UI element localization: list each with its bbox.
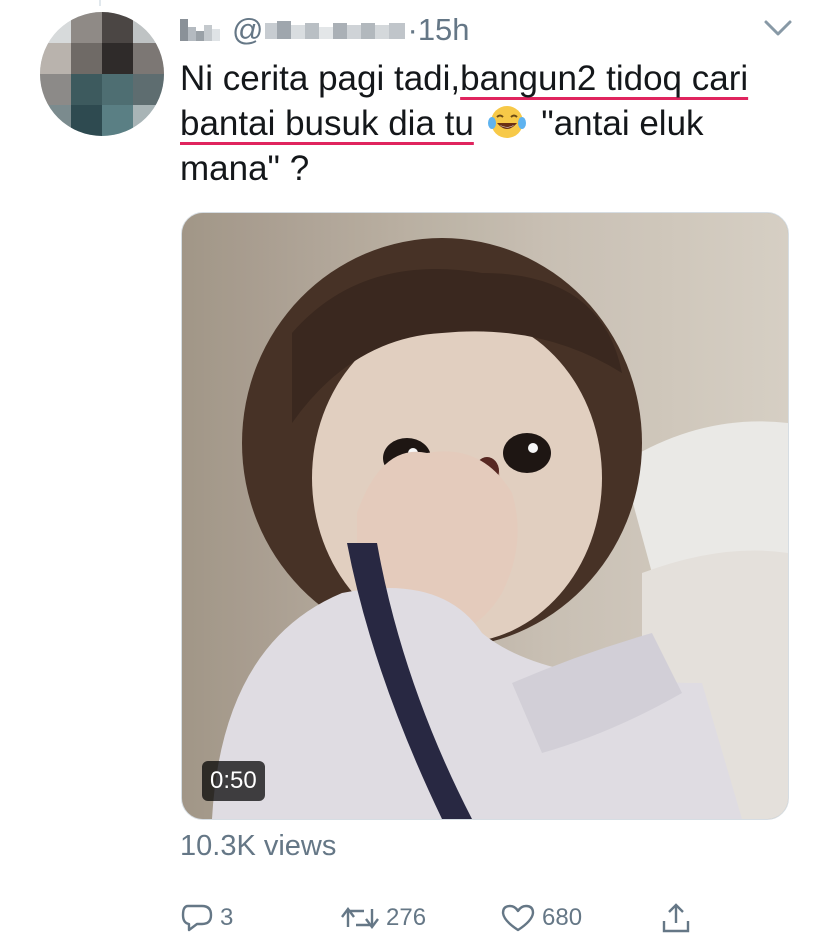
- view-count: 10.3K views: [180, 830, 337, 862]
- like-button[interactable]: 680: [500, 896, 582, 940]
- reply-icon: [181, 904, 213, 932]
- chevron-down-icon[interactable]: [762, 14, 794, 40]
- tweet-text-intro: Ni cerita pagi tadi,: [180, 59, 461, 98]
- tears-of-joy-emoji-icon: [487, 106, 526, 138]
- avatar[interactable]: [40, 12, 164, 136]
- tweet-actions: 3 276 680: [180, 896, 700, 940]
- display-name-redacted[interactable]: [180, 19, 220, 41]
- share-button[interactable]: [660, 896, 698, 940]
- at-symbol: @: [232, 12, 264, 47]
- video-thumbnail: [182, 213, 788, 819]
- tweet-header: @ · 15h: [180, 10, 780, 50]
- heart-icon: [501, 904, 535, 932]
- tweet-text: Ni cerita pagi tadi,bangun2 tidoq cari b…: [180, 56, 790, 191]
- retweet-count: 276: [386, 904, 427, 931]
- like-count: 680: [542, 904, 583, 931]
- share-icon: [662, 903, 690, 933]
- reply-button[interactable]: 3: [180, 896, 233, 940]
- tweet-timestamp[interactable]: 15h: [418, 12, 470, 48]
- retweet-button[interactable]: 276: [340, 896, 426, 940]
- username-redacted[interactable]: [265, 19, 406, 41]
- time-separator: ·: [407, 12, 418, 47]
- avatar-pixelated-image: [40, 12, 164, 136]
- thread-connector-line: [99, 0, 101, 6]
- video-duration: 0:50: [202, 761, 265, 801]
- reply-count: 3: [220, 904, 234, 931]
- retweet-icon: [341, 907, 379, 929]
- video-player[interactable]: 0:50: [181, 212, 789, 820]
